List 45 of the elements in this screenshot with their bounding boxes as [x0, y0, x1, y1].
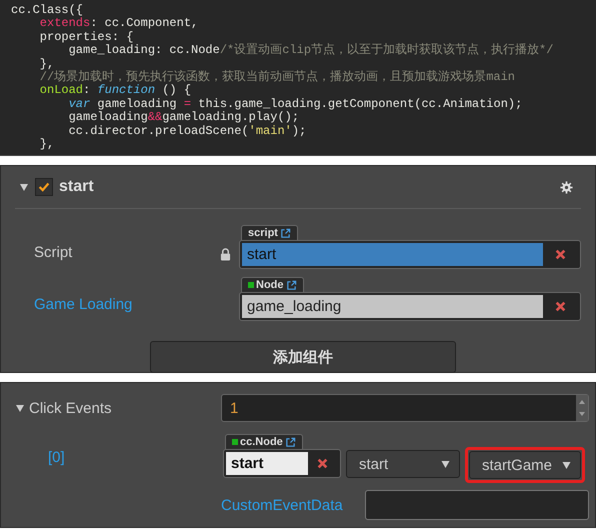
code-line: }, — [38, 58, 54, 71]
code-line: properties: { — [38, 30, 134, 44]
component-name: start — [59, 178, 94, 196]
spinner-arrows-icon[interactable] — [576, 395, 588, 421]
clear-icon[interactable] — [317, 458, 328, 469]
code-line: var gameloading = this.game_loading.getComponent(cc.Animation); — [68, 98, 524, 111]
count-field[interactable]: 1 — [221, 394, 589, 422]
caret-icon — [440, 459, 451, 469]
handler-dropdown[interactable]: startGame — [469, 451, 581, 479]
node-square-icon — [248, 282, 254, 288]
external-link-icon[interactable] — [284, 436, 296, 448]
code-line: }, — [38, 138, 56, 152]
type-tag: Node — [241, 277, 304, 292]
lock-icon — [220, 248, 231, 260]
property-label: Script — [33, 244, 74, 263]
clear-icon[interactable] — [555, 249, 566, 260]
reference-field[interactable]: start — [239, 240, 581, 269]
custom-event-data-label: CustomEventData — [221, 496, 344, 514]
code-line: cc.director.preloadScene('main'); — [68, 124, 308, 138]
type-tag: script — [241, 225, 298, 240]
code-line: game_loading: cc.Node/*设置动画clip节点，以至于加载时获取该节点，执行播放*/ — [68, 44, 554, 58]
caret-icon — [561, 460, 572, 470]
external-link-icon[interactable] — [280, 228, 291, 238]
expand-triangle-icon[interactable] — [15, 403, 25, 413]
type-tag: cc.Node — [225, 434, 303, 449]
event-index-label: [0] — [47, 449, 66, 468]
code-line: gameloading&&gameloading.play(); — [68, 111, 300, 125]
reference-field[interactable]: game_loading — [239, 292, 581, 321]
code-line: extends: cc.Component, — [38, 17, 200, 31]
add-component-button[interactable]: 添加组件 — [150, 341, 456, 373]
node-square-icon — [232, 439, 238, 445]
external-link-icon[interactable] — [286, 280, 296, 290]
component-dropdown[interactable]: start — [346, 450, 460, 478]
check-icon — [37, 180, 51, 194]
code-line: onLoad: function () { — [38, 84, 192, 98]
settings-icon[interactable] — [560, 180, 573, 194]
custom-event-data-field[interactable] — [365, 490, 589, 520]
target-node-field[interactable]: start — [223, 449, 341, 478]
property-label: Game Loading — [33, 296, 134, 315]
enabled-checkbox[interactable] — [35, 178, 53, 196]
expand-triangle-icon[interactable] — [19, 182, 29, 192]
code-line: cc.Class({ — [11, 4, 84, 17]
clear-icon[interactable] — [555, 301, 566, 312]
click-events-label: Click Events — [29, 400, 112, 416]
code-line: //场景加载时，预先执行该函数，获取当前动画节点，播放动画，且预加载游戏场景main — [38, 71, 516, 84]
